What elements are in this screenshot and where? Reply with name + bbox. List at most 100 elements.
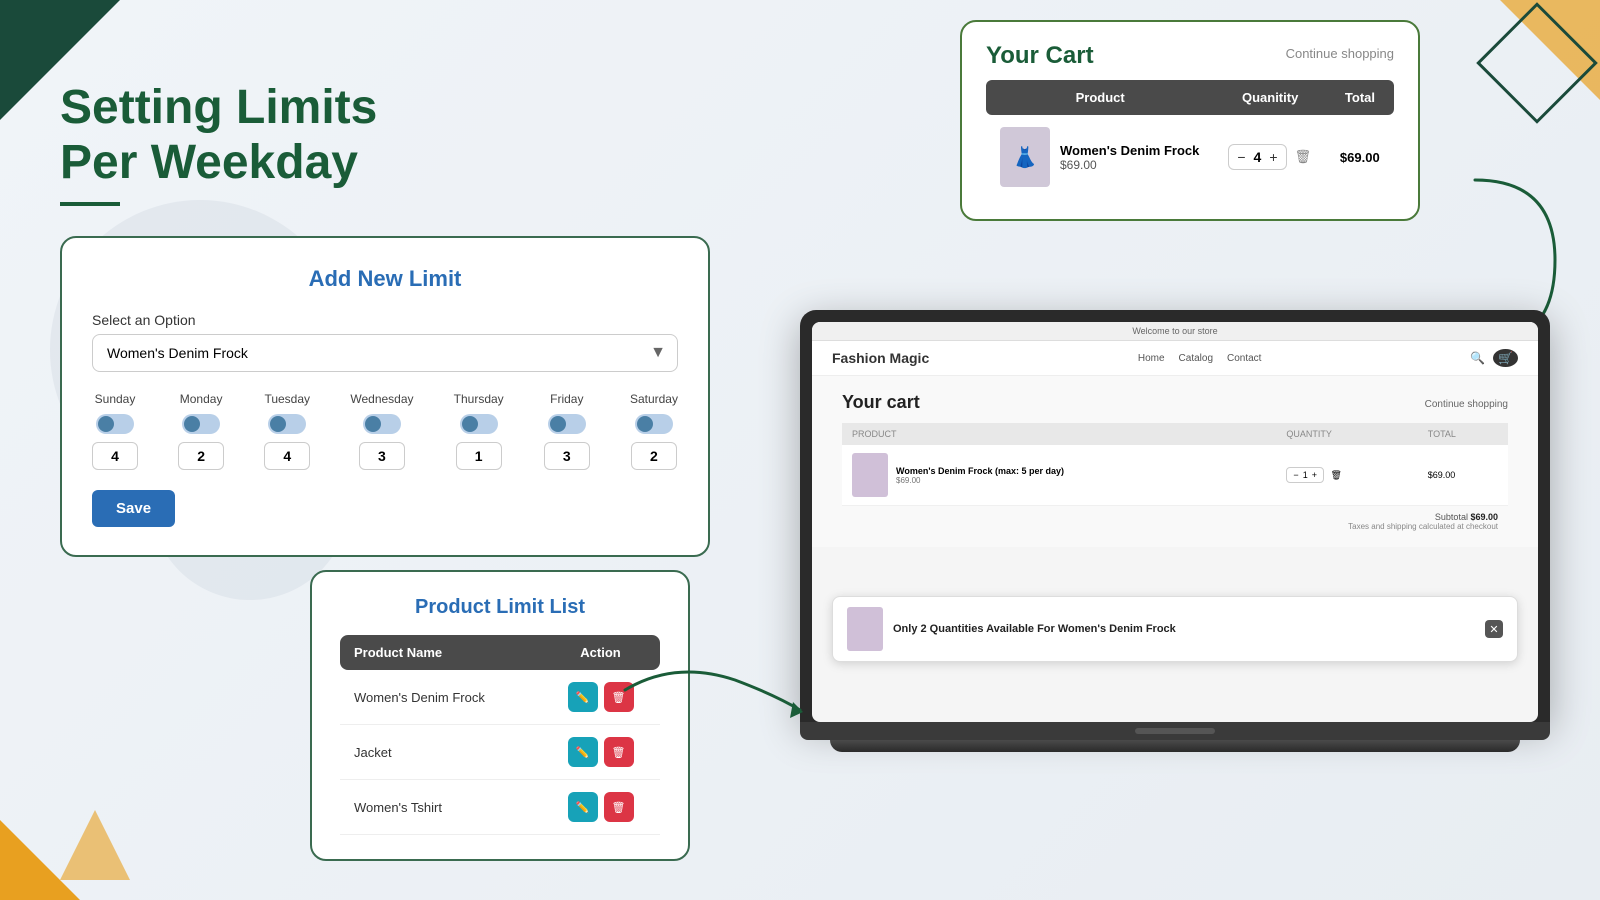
day-input-thursday[interactable] bbox=[456, 442, 502, 470]
store-product-price: $69.00 bbox=[896, 476, 1064, 485]
store-topbar: Welcome to our store bbox=[812, 322, 1538, 341]
close-icon[interactable]: ✕ bbox=[1485, 620, 1503, 638]
qty-value: 4 bbox=[1250, 149, 1266, 165]
day-toggle-friday[interactable] bbox=[548, 414, 586, 434]
delete-button[interactable]: 🗑 bbox=[604, 792, 634, 822]
store-product-image bbox=[852, 453, 888, 497]
title-underline bbox=[60, 202, 120, 206]
store-trash-icon[interactable]: 🗑 bbox=[1330, 470, 1341, 480]
nav-home[interactable]: Home bbox=[1138, 353, 1165, 364]
day-input-monday[interactable] bbox=[178, 442, 224, 470]
day-label-sunday: Sunday bbox=[95, 392, 136, 406]
store-logo: Fashion Magic bbox=[832, 350, 929, 366]
day-input-friday[interactable] bbox=[544, 442, 590, 470]
store-qty-cell: − 1 + 🗑 bbox=[1276, 445, 1417, 506]
cart-col-product: Product bbox=[986, 80, 1214, 115]
laptop-base bbox=[800, 722, 1550, 740]
store-qty-plus[interactable]: + bbox=[1312, 470, 1317, 480]
product-price: $69.00 bbox=[1060, 158, 1199, 172]
store-subtotal: Subtotal $69.00 bbox=[842, 512, 1508, 522]
popup-text: Only 2 Quantities Available For Women's … bbox=[893, 623, 1475, 635]
product-image: 👗 bbox=[1000, 127, 1050, 187]
edit-button[interactable]: ✏️ bbox=[568, 792, 598, 822]
day-toggle-wednesday[interactable] bbox=[363, 414, 401, 434]
list-item: Women's Tshirt✏️🗑 bbox=[340, 780, 660, 835]
qty-minus-button[interactable]: − bbox=[1237, 149, 1245, 165]
store-taxes: Taxes and shipping calculated at checkou… bbox=[842, 522, 1508, 531]
days-grid: Sunday Monday Tuesday Wednesday Thursday Frid… bbox=[92, 392, 678, 470]
delete-button[interactable]: 🗑 bbox=[604, 737, 634, 767]
list-item-name: Jacket bbox=[340, 725, 541, 780]
day-label-saturday: Saturday bbox=[630, 392, 678, 406]
qty-plus-button[interactable]: + bbox=[1269, 149, 1277, 165]
cart-total: $69.00 bbox=[1326, 115, 1394, 199]
notification-popup: Only 2 Quantities Available For Women's … bbox=[832, 596, 1518, 662]
add-limit-card: Add New Limit Select an Option Women's D… bbox=[60, 236, 710, 557]
store-product-name: Women's Denim Frock (max: 5 per day) bbox=[896, 466, 1064, 476]
main-title: Setting Limits Per Weekday bbox=[60, 80, 710, 190]
day-col-wednesday: Wednesday bbox=[350, 392, 413, 470]
day-label-tuesday: Tuesday bbox=[264, 392, 310, 406]
limit-list-title: Product Limit List bbox=[340, 596, 660, 619]
store-qty-minus[interactable]: − bbox=[1293, 470, 1298, 480]
store-continue-shopping[interactable]: Continue shopping bbox=[1425, 399, 1508, 410]
store-nav: Home Catalog Contact bbox=[1138, 353, 1262, 364]
day-col-sunday: Sunday bbox=[92, 392, 138, 470]
subtotal-label: Subtotal bbox=[1435, 512, 1468, 522]
day-col-thursday: Thursday bbox=[454, 392, 504, 470]
cart-card: Your Cart Continue shopping Product Quan… bbox=[960, 20, 1420, 221]
day-toggle-sunday[interactable] bbox=[96, 414, 134, 434]
day-toggle-tuesday[interactable] bbox=[268, 414, 306, 434]
add-limit-title: Add New Limit bbox=[92, 266, 678, 292]
search-icon[interactable]: 🔍 bbox=[1470, 351, 1485, 365]
laptop-mockup: Welcome to our store Fashion Magic Home … bbox=[800, 310, 1550, 752]
day-toggle-saturday[interactable] bbox=[635, 414, 673, 434]
store-col-quantity: QUANTITY bbox=[1276, 423, 1417, 445]
day-toggle-monday[interactable] bbox=[182, 414, 220, 434]
store-product-cell: Women's Denim Frock (max: 5 per day) $69… bbox=[842, 445, 1276, 506]
day-col-monday: Monday bbox=[178, 392, 224, 470]
edit-button[interactable]: ✏️ bbox=[568, 737, 598, 767]
continue-shopping-link[interactable]: Continue shopping bbox=[1286, 46, 1394, 61]
day-col-tuesday: Tuesday bbox=[264, 392, 310, 470]
day-input-saturday[interactable] bbox=[631, 442, 677, 470]
store-icons: 🔍 🛒 bbox=[1470, 349, 1518, 367]
day-label-wednesday: Wednesday bbox=[350, 392, 413, 406]
nav-catalog[interactable]: Catalog bbox=[1179, 353, 1213, 364]
bg-decoration-bl bbox=[0, 740, 160, 900]
nav-contact[interactable]: Contact bbox=[1227, 353, 1261, 364]
arrow-list-laptop bbox=[615, 640, 815, 740]
store-cart-table: PRODUCT QUANTITY TOTAL bbox=[842, 423, 1508, 506]
product-select[interactable]: Women's Denim FrockJacketWomen's Tshirt bbox=[92, 334, 678, 372]
edit-button[interactable]: ✏️ bbox=[568, 682, 598, 712]
store-content: Your cart Continue shopping PRODUCT QUAN… bbox=[812, 376, 1538, 547]
laptop-foot bbox=[830, 740, 1520, 752]
subtotal-value: $69.00 bbox=[1470, 512, 1498, 522]
cart-qty-cell: − 4 + 🗑 bbox=[1214, 115, 1326, 199]
cart-col-total: Total bbox=[1326, 80, 1394, 115]
day-label-monday: Monday bbox=[180, 392, 223, 406]
cart-product-cell: 👗 Women's Denim Frock $69.00 bbox=[986, 115, 1214, 199]
select-label: Select an Option bbox=[92, 312, 678, 328]
day-label-friday: Friday bbox=[550, 392, 583, 406]
store-col-product: PRODUCT bbox=[842, 423, 1276, 445]
save-button[interactable]: Save bbox=[92, 490, 175, 527]
cart-table: Product Quanitity Total 👗 Women's Denim … bbox=[986, 80, 1394, 199]
popup-product-image bbox=[847, 607, 883, 651]
cart-icon[interactable]: 🛒 bbox=[1493, 349, 1518, 367]
list-item: Women's Denim Frock✏️🗑 bbox=[340, 670, 660, 725]
product-select-wrapper: Women's Denim FrockJacketWomen's Tshirt … bbox=[92, 334, 678, 372]
day-input-sunday[interactable] bbox=[92, 442, 138, 470]
store-cart-row: Women's Denim Frock (max: 5 per day) $69… bbox=[842, 445, 1508, 506]
list-item-action: ✏️🗑 bbox=[541, 780, 660, 835]
day-toggle-thursday[interactable] bbox=[460, 414, 498, 434]
list-item-name: Women's Denim Frock bbox=[340, 670, 541, 725]
product-name: Women's Denim Frock bbox=[1060, 143, 1199, 158]
cart-row: 👗 Women's Denim Frock $69.00 − 4 bbox=[986, 115, 1394, 199]
quantity-control: − 4 + bbox=[1228, 144, 1286, 170]
delete-item-button[interactable]: 🗑 bbox=[1295, 149, 1312, 165]
store-header: Fashion Magic Home Catalog Contact 🔍 🛒 bbox=[812, 341, 1538, 376]
day-input-wednesday[interactable] bbox=[359, 442, 405, 470]
day-input-tuesday[interactable] bbox=[264, 442, 310, 470]
left-section: Setting Limits Per Weekday Add New Limit… bbox=[60, 80, 710, 557]
